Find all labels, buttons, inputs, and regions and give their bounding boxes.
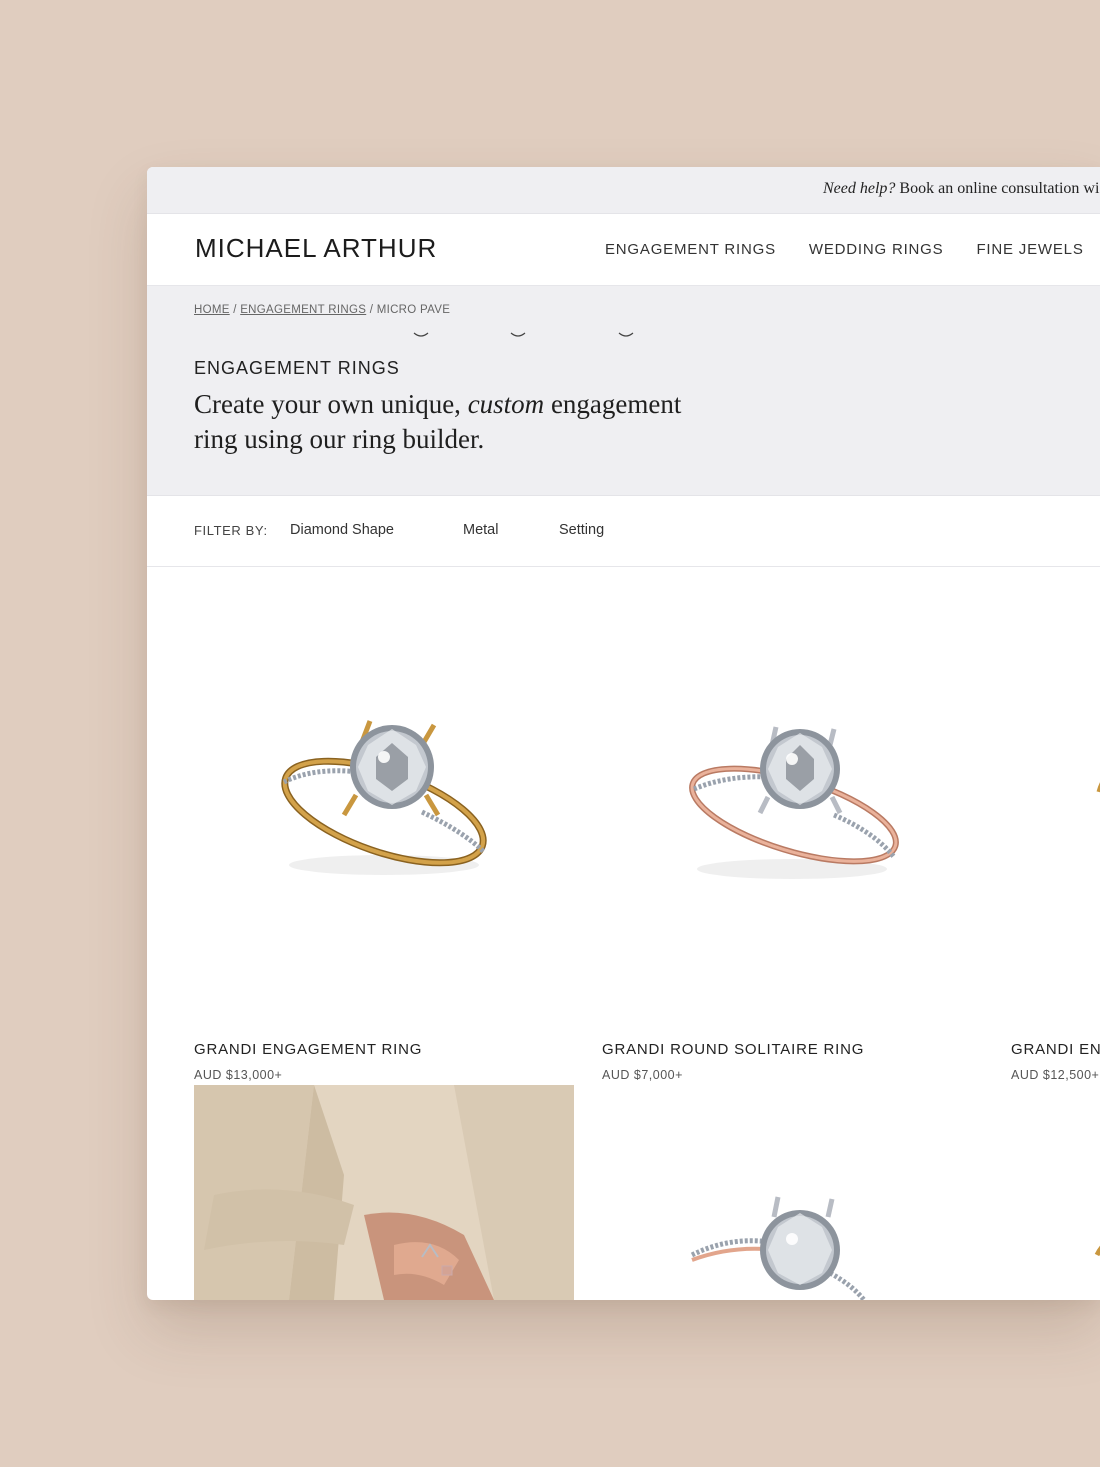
hero-section: HOME / ENGAGEMENT RINGS / MICRO PAVE ENG… [147, 286, 1100, 496]
breadcrumb-current: MICRO PAVE [376, 304, 451, 316]
chevron-down-icon [618, 332, 634, 337]
lifestyle-image [194, 1085, 574, 1300]
breadcrumb-engagement-rings[interactable]: ENGAGEMENT RINGS [240, 304, 366, 316]
help-label: Need help? [823, 180, 896, 197]
nav-engagement-rings[interactable]: ENGAGEMENT RINGS [605, 241, 776, 258]
product-image[interactable] [1011, 617, 1100, 997]
product-card[interactable] [1011, 1085, 1100, 1300]
site-header: MICHAEL ARTHUR ENGAGEMENT RINGS WEDDING … [147, 214, 1100, 286]
announcement-bar: Need help? Book an online consultation w… [147, 167, 1100, 214]
ring-image [281, 720, 487, 875]
breadcrumb: HOME / ENGAGEMENT RINGS / MICRO PAVE [194, 304, 450, 316]
logo[interactable]: MICHAEL ARTHUR [195, 233, 437, 264]
ring-image [689, 726, 899, 879]
browser-window: Need help? Book an online consultation w… [147, 167, 1100, 1300]
consultation-link[interactable]: Need help? Book an online consultation w… [823, 180, 1099, 198]
product-name[interactable]: GRANDI ENGAGEMENT RING [194, 1041, 422, 1058]
hero-kicker: ENGAGEMENT RINGS [194, 358, 400, 378]
filter-metal[interactable]: Metal [463, 522, 498, 538]
ring-image [690, 1196, 866, 1300]
product-card[interactable] [602, 1085, 982, 1300]
product-name[interactable]: GRANDI EN [1011, 1041, 1100, 1058]
chevron-down-icon [510, 332, 526, 337]
chevron-down-icon [413, 332, 429, 337]
breadcrumb-home[interactable]: HOME [194, 304, 230, 316]
breadcrumb-separator: / [366, 304, 377, 316]
breadcrumb-separator: / [229, 304, 241, 316]
hero-title-pre: Create your own unique, [194, 389, 468, 419]
product-price: AUD $13,000+ [194, 1068, 283, 1082]
product-image[interactable] [602, 617, 982, 997]
product-price: AUD $7,000+ [602, 1068, 683, 1082]
ring-image [1096, 782, 1100, 793]
help-text: Book an online consultation wi [895, 180, 1100, 197]
product-image[interactable] [194, 617, 574, 997]
hero-title: Create your own unique, custom engagemen… [194, 387, 714, 457]
filter-setting[interactable]: Setting [559, 522, 604, 538]
product-price: AUD $12,500+ [1011, 1068, 1100, 1082]
hand-with-ring-photo [194, 1085, 574, 1300]
filter-label: FILTER BY: [194, 523, 268, 538]
filter-diamond-shape[interactable]: Diamond Shape [290, 522, 394, 538]
filter-bar: FILTER BY: Diamond Shape Metal Setting [147, 496, 1100, 567]
main-nav: ENGAGEMENT RINGS WEDDING RINGS FINE JEWE… [605, 241, 1084, 258]
nav-fine-jewels[interactable]: FINE JEWELS [976, 241, 1083, 258]
nav-wedding-rings[interactable]: WEDDING RINGS [809, 241, 944, 258]
hero-title-emphasis: custom [467, 389, 545, 419]
ring-image [1094, 1245, 1100, 1257]
product-name[interactable]: GRANDI ROUND SOLITAIRE RING [602, 1041, 864, 1058]
